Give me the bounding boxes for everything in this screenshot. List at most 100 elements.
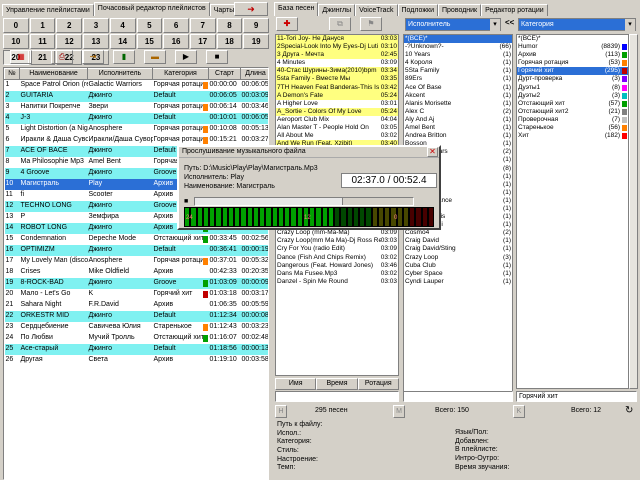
list-item[interactable]: Горячий хит (295) (517, 67, 628, 76)
arrow-right-button[interactable]: ➜ (234, 2, 268, 16)
copy-icon[interactable]: ⧉ (329, 17, 351, 31)
hour-button-12[interactable]: 12 (56, 34, 83, 49)
list-item[interactable]: 7TH Heaven Feat Banderas-This Is 03:42 (276, 83, 398, 92)
table-row[interactable]: 21 Sahara Night F.R.David Архив 01:06:35 00:0… (5, 300, 269, 311)
column-header[interactable]: Длина (240, 68, 268, 80)
cat-field[interactable]: Горячий хит (516, 391, 637, 402)
save-icon[interactable]: ▮ (113, 50, 135, 64)
table-row[interactable]: 17 My Lovely Man (discon Anosphere Горячая … (5, 256, 268, 267)
hour-button-9[interactable]: 9 (243, 18, 269, 33)
dropdown-icon[interactable]: ▾ (625, 19, 635, 31)
table-row[interactable]: 4 J-3 Джинго Default 00:10:01 00:06:05 (4, 112, 268, 124)
list-item[interactable]: Отстающий хит (57) (517, 100, 628, 108)
swap-icon[interactable]: << (505, 18, 514, 27)
column-header[interactable]: № (4, 68, 20, 80)
list-item[interactable]: A Higher Love 03:01 (276, 100, 398, 108)
list-item[interactable]: Отстающий хит2 (21) (517, 108, 628, 116)
list-item[interactable]: A_Sortie - Colors Of My Love 05:24 (276, 107, 398, 116)
list-item[interactable]: Aeroport Club Mix 04:04 (276, 116, 398, 124)
table-row[interactable]: 22 ORKESTR MID Джинго Default 01:12:34 00:00:… (4, 310, 268, 322)
list-item[interactable]: Alex C (2) (404, 108, 512, 116)
hour-button-0[interactable]: 0 (3, 18, 29, 33)
list-item[interactable]: 3 Друга - Мечта 02:45 (276, 51, 398, 60)
list-item[interactable]: Andrea Britton (1) (404, 132, 512, 140)
filter-artist[interactable]: Исполнитель ▾ (405, 18, 501, 31)
hour-button-3[interactable]: 3 (83, 18, 109, 33)
column-header[interactable]: Старт (208, 68, 241, 80)
list-item[interactable]: Дуэты2 (3) (517, 92, 628, 100)
hour-button-15[interactable]: 15 (136, 34, 163, 49)
list-item[interactable]: Alan Master T - People Hold On 03:05 (276, 124, 398, 132)
hour-button-19[interactable]: 19 (243, 34, 269, 49)
table-row[interactable]: 1 Space Patrol Orion (ren Galactic Warrior… (5, 80, 268, 91)
table-row[interactable]: 18 Crises Mike Oldfield Архив 00:42:33 00:20:… (5, 267, 269, 278)
table-row[interactable]: 25 Ace-старый Джинго Default 01:18:56 00:00:1… (4, 343, 268, 355)
hour-button-5[interactable]: 5 (136, 18, 163, 33)
hour-button-17[interactable]: 17 (189, 34, 216, 49)
list-item[interactable]: 5sta Family - Вместе Мы 03:35 (276, 75, 398, 84)
list-item[interactable]: Ace Of Base (1) (404, 84, 512, 92)
tab-right-1[interactable]: Джинглы (318, 4, 356, 16)
table-row[interactable]: 20 Мало - Let's Go K Горячий хит 01:03:18 00:… (5, 289, 268, 300)
list-item[interactable]: Aly And Aj (1) (404, 116, 512, 124)
grid-icon[interactable]: ▦ (10, 50, 32, 64)
list-item[interactable]: Craig David/Sting (1) (404, 245, 512, 253)
list-item[interactable]: Alanis Morisette (1) (404, 100, 512, 108)
hour-button-11[interactable]: 11 (29, 34, 56, 49)
table-row[interactable]: 19 8-ROCK-BAD Джинго Groove 01:03:09 00:00:09 (4, 277, 268, 289)
table-row[interactable]: 6 Иракли & Даша СувороИракли/Даша СувороГ… (5, 135, 268, 146)
table-row[interactable]: 2 GUITARIA Джинго Default 00:06:05 00:03:09 (4, 90, 268, 102)
list-item[interactable]: *(ВСЕ)* (517, 35, 628, 43)
list-item[interactable]: 11-Tori Joy- Не Дануся 03:03 (276, 35, 398, 44)
list-item[interactable]: Дуэты1 (8) (517, 84, 628, 92)
table-row[interactable]: 5 Light Distortion (a Night Anosphere Горяч… (5, 124, 268, 135)
search-field-2[interactable] (403, 391, 513, 402)
tab-right-5[interactable]: Редактор ротации (481, 4, 548, 16)
hour-button-7[interactable]: 7 (189, 18, 216, 33)
list-item[interactable]: Горячая ротация (53) (517, 59, 628, 67)
list-item[interactable]: Архив (113) (517, 51, 628, 59)
list-item[interactable]: Crazy Loop (3) (404, 254, 512, 262)
list-item[interactable]: All About Me 03:02 (276, 132, 398, 140)
list-item[interactable]: 40-Стас Шурины-Зима(2010)bpm 03:34 (276, 67, 398, 76)
list-item[interactable]: Cyndi Lauper (1) (404, 278, 512, 286)
column-header[interactable]: Исполнитель (87, 68, 153, 80)
hour-button-10[interactable]: 10 (3, 34, 29, 49)
list-item[interactable]: 5Sta Family (1) (404, 67, 512, 75)
k-icon[interactable]: K (513, 405, 525, 418)
list-item[interactable]: 4 Minutes 03:09 (276, 59, 398, 67)
hour-button-13[interactable]: 13 (83, 34, 109, 49)
position-slider[interactable] (194, 197, 414, 206)
scrollbar[interactable] (629, 34, 638, 389)
insert-icon[interactable]: ⇥ (82, 50, 104, 64)
add-song-icon[interactable]: ✚ (276, 17, 298, 31)
list-item[interactable]: Проверочная (7) (517, 116, 628, 124)
m-icon[interactable]: M (393, 405, 405, 418)
stop-button[interactable]: ■ (184, 198, 188, 205)
hour-button-1[interactable]: 1 (29, 18, 56, 33)
sort-tab-1[interactable]: Время (316, 378, 358, 390)
print-icon[interactable]: ⎙ (51, 50, 73, 64)
column-header[interactable]: Наименование (19, 68, 88, 80)
list-item[interactable]: Dance (Fish And Chips Remix) 03:02 (276, 254, 398, 262)
filter-category[interactable]: Категория ▾ (518, 18, 636, 31)
list-item[interactable]: 10 Years (1) (404, 51, 512, 59)
list-item[interactable]: -?Unknown?- (66) (404, 43, 512, 51)
list-item[interactable]: Humor (8839) (517, 43, 628, 51)
table-row[interactable]: 16 OPTIMIZM Джинго Default 00:36:41 00:00:19 (4, 244, 268, 256)
list-item[interactable]: Хит (182) (517, 132, 628, 140)
list-item[interactable]: Craig David (1) (404, 237, 512, 245)
list-item[interactable]: *(ВСЕ)* (404, 35, 512, 44)
list-item[interactable]: Crazy Loop (mm-Ma-Ma) 03:09 (276, 229, 398, 237)
table-row[interactable]: 24 По Любви Мучий Тролль Отстающий хит 01:16… (5, 333, 268, 344)
list-item[interactable]: 2Special-Look Into My Eyes-Dj Luti 03:10 (276, 43, 398, 52)
hour-button-2[interactable]: 2 (56, 18, 83, 33)
list-item[interactable]: Akcent (1) (404, 92, 512, 100)
tab-playlist-management[interactable]: Управление плейлистами (2, 4, 94, 16)
tab-right-4[interactable]: Проводник (438, 4, 482, 16)
stop-icon[interactable]: ■ (206, 50, 228, 64)
tab-right-0[interactable]: База песен (274, 2, 319, 16)
column-header[interactable]: Категория (152, 68, 209, 80)
hour-button-8[interactable]: 8 (216, 18, 243, 33)
hour-button-6[interactable]: 6 (163, 18, 189, 33)
